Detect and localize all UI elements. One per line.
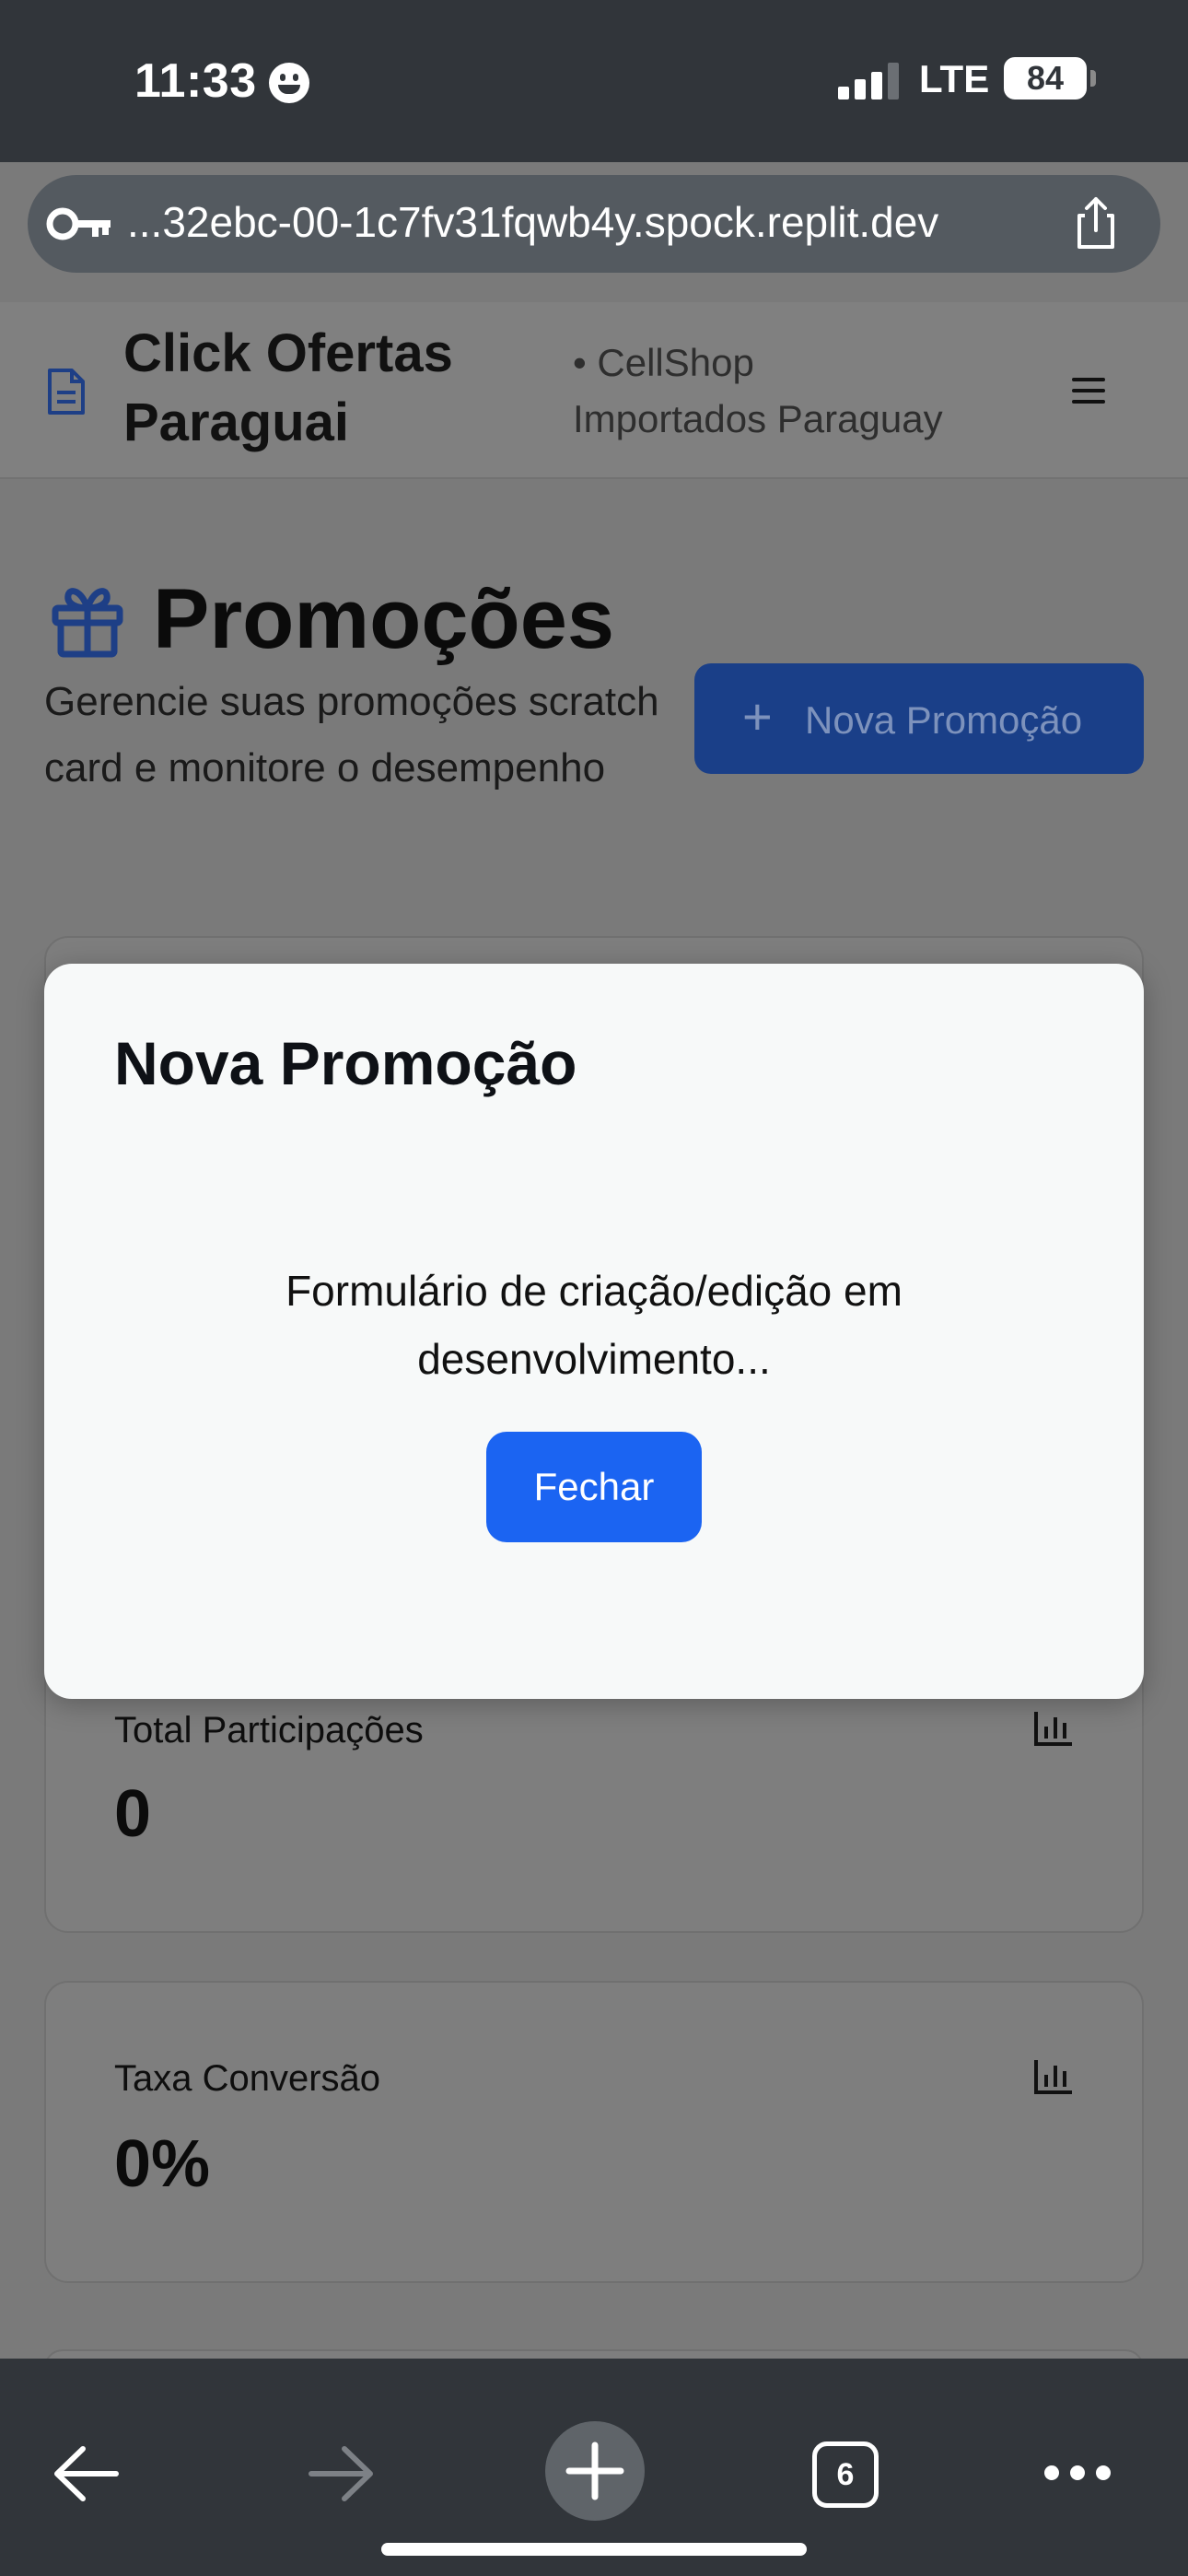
more-options-icon[interactable]	[1044, 2465, 1111, 2480]
back-arrow-icon[interactable]	[52, 2441, 122, 2506]
new-tab-button[interactable]	[545, 2421, 645, 2521]
modal-message: Formulário de criação/edição em desenvol…	[285, 1267, 903, 1383]
plus-icon	[565, 2441, 624, 2500]
forward-arrow-icon[interactable]	[306, 2441, 376, 2506]
modal-title: Nova Promoção	[114, 1029, 577, 1097]
home-indicator	[381, 2543, 807, 2556]
tabs-button[interactable]: 6	[812, 2441, 879, 2508]
new-promotion-modal: Nova Promoção Formulário de criação/ediç…	[44, 964, 1144, 1699]
close-button[interactable]: Fechar	[486, 1432, 702, 1542]
